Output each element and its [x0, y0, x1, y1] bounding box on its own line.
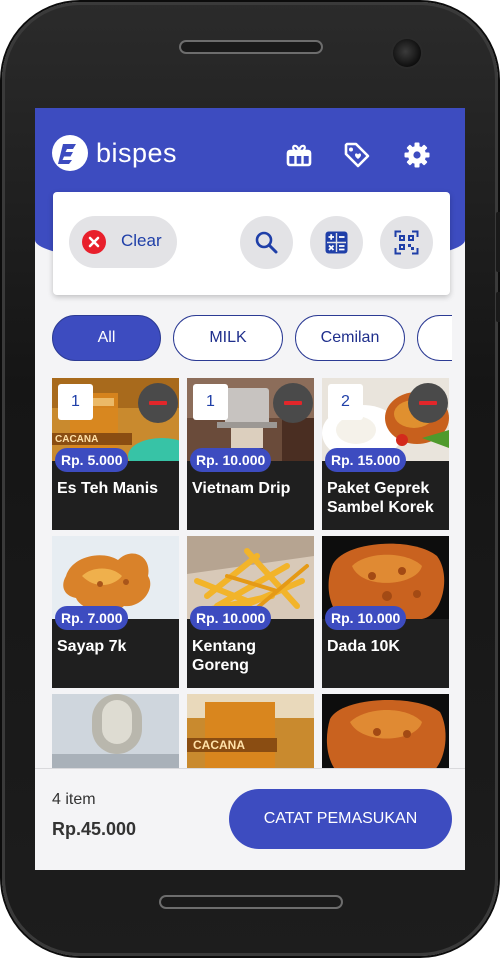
product-card[interactable]: Rp. 7.000 Sayap 7k	[52, 536, 179, 688]
product-name: Vietnam Drip	[192, 480, 291, 497]
remove-item-button[interactable]	[408, 383, 448, 423]
product-name: Sayap 7k	[57, 638, 127, 655]
price-badge: Rp. 10.000	[190, 606, 272, 630]
checkout-bar: 4 item Rp.45.000 CATAT PEMASUKAN	[35, 768, 465, 870]
svg-text:CACANA: CACANA	[55, 434, 98, 445]
product-card[interactable]: Rp. 10.000 Kentang Goreng	[187, 536, 314, 688]
product-card[interactable]: Rp. 10.000 Dada 10K	[322, 536, 449, 688]
item-count: 4 item	[52, 791, 96, 808]
quantity-badge: 1	[193, 384, 228, 420]
category-filter: All MILK Cemilan	[52, 315, 452, 362]
chip-cemilan[interactable]: Cemilan	[295, 315, 405, 361]
quantity-badge: 2	[328, 384, 363, 420]
gift-icon[interactable]	[285, 141, 313, 169]
product-grid: CACANA 1 Rp. 5.000 Es Teh Manis 1 Rp. 10…	[52, 378, 449, 846]
power-button	[496, 292, 500, 322]
product-card[interactable]: CACANA 1 Rp. 5.000 Es Teh Manis	[52, 378, 179, 530]
product-name: Kentang Goreng	[192, 638, 256, 674]
product-name: Dada 10K	[327, 638, 400, 655]
app-screen: bispes Clear All MILK Cemilan CACANA 1 R…	[35, 108, 465, 870]
remove-item-button[interactable]	[273, 383, 313, 423]
price-badge: Rp. 15.000	[325, 448, 407, 472]
qr-scan-button[interactable]	[380, 216, 433, 269]
chip-more[interactable]	[417, 315, 452, 361]
product-image	[52, 694, 179, 777]
chip-all[interactable]: All	[52, 315, 161, 361]
qr-scan-icon	[394, 230, 419, 255]
minus-icon	[419, 401, 437, 405]
total-amount: Rp.45.000	[52, 819, 137, 839]
bispes-logo-icon	[52, 135, 88, 171]
price-badge: Rp. 10.000	[325, 606, 407, 630]
clear-label: Clear	[121, 231, 162, 250]
product-name: Paket Geprek Sambel Korek	[327, 480, 434, 516]
chip-milk[interactable]: MILK	[173, 315, 283, 361]
product-name: Es Teh Manis	[57, 480, 159, 497]
price-badge: Rp. 5.000	[55, 448, 129, 472]
volume-button	[496, 212, 500, 272]
gear-icon[interactable]	[403, 141, 431, 169]
remove-item-button[interactable]	[138, 383, 178, 423]
minus-icon	[284, 401, 302, 405]
search-icon	[255, 231, 278, 254]
close-icon	[82, 230, 106, 254]
quantity-badge: 1	[58, 384, 93, 420]
price-badge: Rp. 7.000	[55, 606, 129, 630]
search-button[interactable]	[240, 216, 293, 269]
app-bar: bispes	[35, 108, 465, 192]
price-badge: Rp. 10.000	[190, 448, 272, 472]
front-camera	[393, 39, 421, 67]
svg-text:CACANA: CACANA	[193, 738, 245, 752]
home-bar	[159, 895, 343, 909]
product-image	[322, 694, 449, 777]
calculator-icon	[325, 231, 348, 254]
product-image: CACANA	[187, 694, 314, 777]
app-name: bispes	[96, 138, 178, 168]
calculator-button[interactable]	[310, 216, 363, 269]
earpiece-speaker	[179, 40, 323, 54]
record-income-button[interactable]: CATAT PEMASUKAN	[229, 789, 452, 849]
product-card[interactable]: 1 Rp. 10.000 Vietnam Drip	[187, 378, 314, 530]
product-card[interactable]: 2 Rp. 15.000 Paket Geprek Sambel Korek	[322, 378, 449, 530]
clear-button[interactable]: Clear	[69, 216, 177, 268]
action-card: Clear	[53, 192, 450, 295]
minus-icon	[149, 401, 167, 405]
tag-icon[interactable]	[343, 141, 371, 169]
